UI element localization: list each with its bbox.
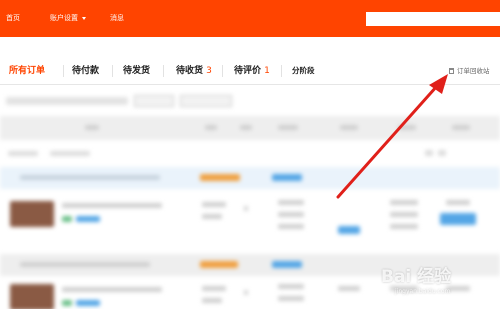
arrow-shaft (336, 84, 439, 199)
baidu-watermark: Bai 经验 (381, 267, 452, 287)
watermark-url: jingyan.baidu.com (395, 288, 451, 295)
